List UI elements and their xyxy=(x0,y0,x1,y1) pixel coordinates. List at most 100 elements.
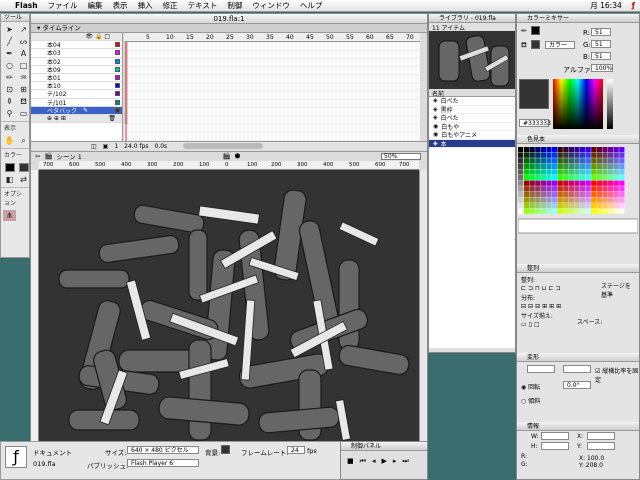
menu-insert[interactable]: 挿入 xyxy=(133,0,158,11)
swatch-cell[interactable] xyxy=(546,163,552,169)
swatch-cell[interactable] xyxy=(552,163,558,169)
swatch-cell[interactable] xyxy=(563,180,569,186)
zoom-select[interactable]: 50% xyxy=(381,152,421,160)
swatch-cell[interactable] xyxy=(524,203,530,209)
swatch-cell[interactable] xyxy=(596,186,602,192)
swatch-cell[interactable] xyxy=(557,158,563,164)
swatch-cell[interactable] xyxy=(602,191,608,197)
swatch-cell[interactable] xyxy=(585,158,591,164)
swatch-cell[interactable] xyxy=(518,197,524,203)
swatch-cell[interactable] xyxy=(596,180,602,186)
swatch-cell[interactable] xyxy=(591,147,597,153)
swatch-cell[interactable] xyxy=(608,197,614,203)
align-top-icon[interactable]: ⊔ xyxy=(542,285,547,292)
app-menu[interactable]: Flash xyxy=(10,1,43,10)
size-button[interactable]: 640 × 480 ピクセル xyxy=(127,446,199,454)
swatch-cell[interactable] xyxy=(540,197,546,203)
layer-row[interactable]: 本04 xyxy=(31,41,122,50)
swatch-cell[interactable] xyxy=(591,180,597,186)
swatch-cell[interactable] xyxy=(591,175,597,181)
swatch-cell[interactable] xyxy=(563,191,569,197)
swatch-cell[interactable] xyxy=(574,152,580,158)
swatch-cell[interactable] xyxy=(546,197,552,203)
layer-row[interactable]: 本03 xyxy=(31,49,122,58)
stroke-color-swatch[interactable] xyxy=(3,162,16,173)
trash-icon[interactable]: 🗑 xyxy=(108,115,116,122)
step-back-icon[interactable]: ◂ xyxy=(372,457,376,466)
stage-vertical-scrollbar[interactable] xyxy=(419,170,427,452)
swatch-cell[interactable] xyxy=(540,191,546,197)
skew-radio[interactable]: ○ 傾斜 xyxy=(521,396,540,405)
swatch-cell[interactable] xyxy=(574,208,580,214)
paint-bucket-icon[interactable]: ⛾ xyxy=(17,96,30,107)
swatch-cell[interactable] xyxy=(580,169,586,175)
swatch-cell[interactable] xyxy=(585,208,591,214)
transform-title[interactable]: 変形 xyxy=(517,353,639,362)
swatch-cell[interactable] xyxy=(574,163,580,169)
swatch-cell[interactable] xyxy=(546,191,552,197)
swatch-cell[interactable] xyxy=(535,186,541,192)
align-right-icon[interactable]: ⊓ xyxy=(535,285,540,292)
swatch-cell[interactable] xyxy=(608,169,614,175)
publish-button[interactable]: Flash Player 6 xyxy=(127,459,199,467)
swatch-cell[interactable] xyxy=(602,203,608,209)
swatch-cell[interactable] xyxy=(596,147,602,153)
swatch-cell[interactable] xyxy=(552,180,558,186)
swatch-cell[interactable] xyxy=(608,163,614,169)
swatch-cell[interactable] xyxy=(557,147,563,153)
swatch-cell[interactable] xyxy=(529,197,535,203)
swatch-cell[interactable] xyxy=(540,180,546,186)
swatch-grid[interactable] xyxy=(517,144,639,264)
menu-window[interactable]: ウィンドウ xyxy=(247,0,295,11)
swatch-cell[interactable] xyxy=(535,158,541,164)
swatch-cell[interactable] xyxy=(574,158,580,164)
swatch-cell[interactable] xyxy=(540,147,546,153)
swatch-cell[interactable] xyxy=(552,186,558,192)
lasso-tool-icon[interactable]: ᔕ xyxy=(17,36,30,47)
swatch-cell[interactable] xyxy=(596,169,602,175)
swatch-cell[interactable] xyxy=(518,186,524,192)
swatch-cell[interactable] xyxy=(546,208,552,214)
swatch-cell[interactable] xyxy=(608,208,614,214)
swatch-cell[interactable] xyxy=(591,169,597,175)
swatch-cell[interactable] xyxy=(619,203,625,209)
swatch-cell[interactable] xyxy=(552,197,558,203)
swatch-cell[interactable] xyxy=(619,147,625,153)
swatch-cell[interactable] xyxy=(585,191,591,197)
swatch-cell[interactable] xyxy=(546,175,552,181)
flash-icon[interactable]: ƒ xyxy=(627,1,640,10)
swatch-cell[interactable] xyxy=(529,158,535,164)
swatch-cell[interactable] xyxy=(580,163,586,169)
eye-lock-icons[interactable]: 👁 🔒 □ xyxy=(85,33,110,40)
swatch-cell[interactable] xyxy=(518,175,524,181)
swatch-cell[interactable] xyxy=(546,180,552,186)
swatch-cell[interactable] xyxy=(613,186,619,192)
swatch-cell[interactable] xyxy=(591,191,597,197)
swatch-cell[interactable] xyxy=(574,197,580,203)
swatch-cell[interactable] xyxy=(518,191,524,197)
swatch-cell[interactable] xyxy=(568,147,574,153)
swatch-cell[interactable] xyxy=(535,191,541,197)
swatch-cell[interactable] xyxy=(596,175,602,181)
swatch-cell[interactable] xyxy=(619,208,625,214)
swatch-cell[interactable] xyxy=(585,163,591,169)
swatch-cell[interactable] xyxy=(540,175,546,181)
swatch-cell[interactable] xyxy=(535,180,541,186)
g-field[interactable]: 51 xyxy=(591,40,611,48)
info-h-field[interactable] xyxy=(541,442,569,450)
timeline-scrollbar[interactable] xyxy=(183,143,264,149)
swatch-cell[interactable] xyxy=(619,152,625,158)
brightness-slider[interactable] xyxy=(607,79,613,129)
swatch-cell[interactable] xyxy=(608,147,614,153)
swatch-cell[interactable] xyxy=(602,169,608,175)
info-w-field[interactable] xyxy=(541,432,569,440)
swatch-cell[interactable] xyxy=(524,180,530,186)
ink-bottle-icon[interactable]: ⚱ xyxy=(3,96,16,107)
swatch-cell[interactable] xyxy=(535,163,541,169)
swatch-cell[interactable] xyxy=(580,191,586,197)
swatch-cell[interactable] xyxy=(518,203,524,209)
swatch-cell[interactable] xyxy=(540,158,546,164)
swatch-cell[interactable] xyxy=(602,180,608,186)
info-y-field[interactable] xyxy=(587,442,615,450)
subselect-tool-icon[interactable]: ↗ xyxy=(17,24,30,35)
